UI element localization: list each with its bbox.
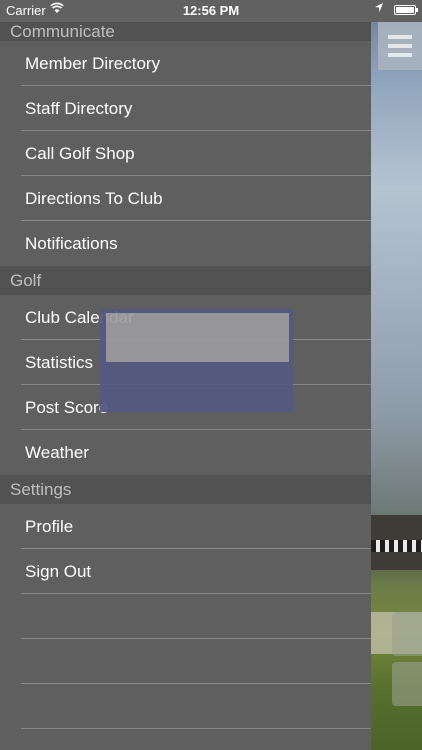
empty-row (0, 684, 371, 729)
empty-row (0, 594, 371, 639)
location-icon (374, 2, 384, 16)
side-button[interactable] (392, 662, 422, 706)
side-button[interactable] (392, 612, 422, 656)
menu-item-member-directory[interactable]: Member Directory (0, 41, 371, 86)
section-header-golf: Golf (0, 266, 371, 295)
battery-icon (394, 5, 418, 15)
menu-item-profile[interactable]: Profile (0, 504, 371, 549)
menu-item-weather[interactable]: Weather (0, 430, 371, 475)
section-header-settings: Settings (0, 475, 371, 504)
overlay-panel (100, 309, 293, 412)
menu-item-directions-to-club[interactable]: Directions To Club (0, 176, 371, 221)
menu-item-staff-directory[interactable]: Staff Directory (0, 86, 371, 131)
clock: 12:56 PM (182, 3, 240, 18)
hamburger-menu-icon[interactable] (378, 22, 422, 70)
section-header-communicate: Communicate (0, 22, 371, 41)
overlay-panel-inner (106, 313, 289, 362)
awning-image (371, 540, 422, 552)
menu-item-notifications[interactable]: Notifications (0, 221, 371, 266)
status-bar: Carrier 12:56 PM (0, 0, 422, 22)
menu-item-call-golf-shop[interactable]: Call Golf Shop (0, 131, 371, 176)
menu-item-sign-out[interactable]: Sign Out (0, 549, 371, 594)
empty-row (0, 639, 371, 684)
